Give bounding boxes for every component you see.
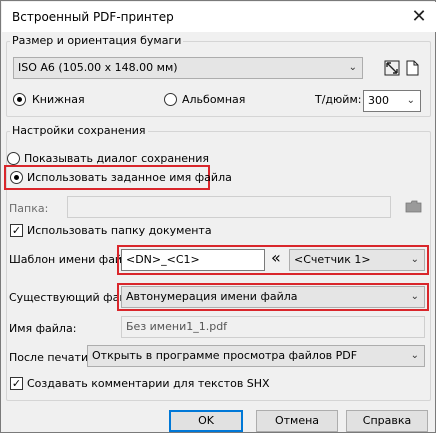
fit-size-icon[interactable] [383,59,401,77]
after-print-select[interactable]: Открыть в программе просмотра файлов PDF… [87,345,425,367]
show-dialog-label: Показывать диалог сохранения [24,152,209,165]
folder-label: Папка: [9,202,49,215]
use-doc-folder-label: Использовать папку документа [27,224,212,237]
ok-button[interactable]: OK [169,410,243,432]
chevron-down-icon: ⌄ [406,95,415,106]
use-name-radio[interactable] [10,171,23,184]
shx-label: Создавать комментарии для текстов SHX [27,377,270,390]
template-value: <DN>_<C1> [126,253,200,266]
insert-arrow-icon[interactable]: « [271,248,281,267]
counter-select[interactable]: <Счетчик 1> ⌄ [289,249,425,271]
portrait-radio[interactable] [13,93,26,106]
shx-checkbox[interactable]: ✓ [10,377,23,390]
landscape-radio[interactable] [164,93,177,106]
use-name-label: Использовать заданное имя файла [27,171,232,184]
existing-file-value: Автонумерация имени файла [126,290,298,303]
window-title: Встроенный PDF-принтер [12,10,174,24]
use-doc-folder-checkbox[interactable]: ✓ [10,224,23,237]
after-print-label: После печати: [9,351,92,364]
page-icon[interactable] [403,59,421,77]
help-button[interactable]: Справка [346,410,428,432]
folder-input[interactable] [67,196,391,218]
landscape-label: Альбомная [182,93,246,106]
portrait-label: Книжная [32,93,85,106]
chevron-down-icon: ⌄ [348,62,357,73]
existing-file-select[interactable]: Автонумерация имени файла ⌄ [121,286,425,308]
chevron-down-icon: ⌄ [410,350,419,361]
dpi-label: Т/дюйм: [315,93,362,106]
paper-size-value: ISO A6 (105.00 x 148.00 мм) [18,61,178,74]
counter-value: <Счетчик 1> [294,253,371,266]
filename-label: Имя файла: [9,322,77,335]
folder-icon[interactable] [405,198,423,216]
save-group-label: Настройки сохранения [10,124,148,137]
dpi-select[interactable]: 300 ⌄ [363,90,421,112]
title-bar: Встроенный PDF-принтер ✕ [2,2,436,32]
pdf-printer-dialog: Встроенный PDF-принтер ✕ Размер и ориент… [0,0,436,433]
after-print-value: Открыть в программе просмотра файлов PDF [92,349,358,362]
show-dialog-radio[interactable] [7,152,20,165]
close-icon[interactable]: ✕ [406,4,432,30]
chevron-down-icon: ⌄ [410,291,419,302]
dpi-value: 300 [368,94,389,107]
paper-group-label: Размер и ориентация бумаги [10,34,184,47]
filename-input[interactable]: Без имени1_1.pdf [121,316,425,338]
filename-value: Без имени1_1.pdf [126,320,228,333]
cancel-button[interactable]: Отмена [256,410,338,432]
paper-size-select[interactable]: ISO A6 (105.00 x 148.00 мм) ⌄ [13,57,363,79]
chevron-down-icon: ⌄ [410,254,419,265]
template-input[interactable]: <DN>_<C1> [121,249,265,271]
